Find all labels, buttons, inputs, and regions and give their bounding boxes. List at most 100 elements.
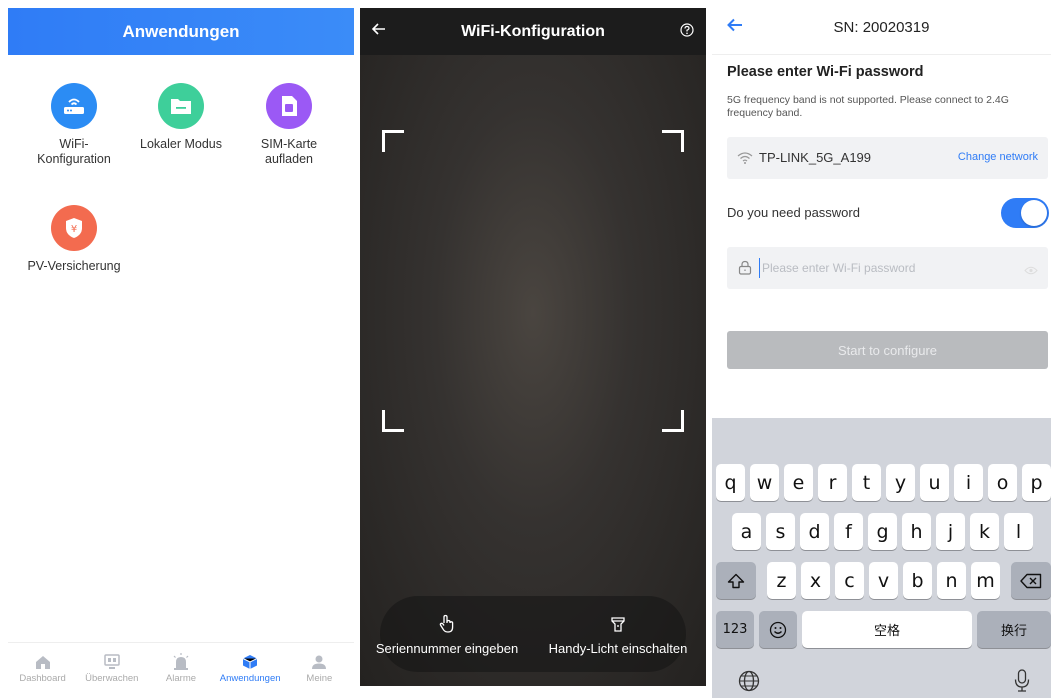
- backspace-icon: [1020, 573, 1042, 588]
- key-e[interactable]: e: [784, 464, 813, 501]
- key-o[interactable]: o: [988, 464, 1017, 501]
- network-ssid: TP-LINK_5G_A199: [759, 150, 872, 165]
- app-label: WiFi- Konfiguration: [37, 137, 111, 166]
- key-p[interactable]: p: [1022, 464, 1051, 501]
- key-k[interactable]: k: [970, 513, 999, 550]
- tab-monitor[interactable]: Überwachen: [79, 651, 145, 684]
- user-icon: [311, 651, 327, 673]
- tab-label: Meine: [306, 673, 333, 684]
- cube-icon: [242, 651, 258, 673]
- folder-icon: [158, 83, 204, 129]
- need-password-label: Do you need password: [727, 205, 860, 220]
- key-u[interactable]: u: [920, 464, 949, 501]
- change-network-link[interactable]: Change network: [958, 151, 1038, 163]
- key-b[interactable]: b: [903, 562, 932, 599]
- tab-label: Anwendungen: [219, 673, 281, 684]
- key-h[interactable]: h: [902, 513, 931, 550]
- key-t[interactable]: t: [852, 464, 881, 501]
- microphone-icon[interactable]: [1014, 669, 1030, 698]
- device-serial-title: SN: 20020319: [833, 18, 930, 36]
- scan-frame-corner: [382, 130, 404, 152]
- emoji-key[interactable]: [759, 611, 797, 648]
- tab-alarms[interactable]: Alarme: [148, 651, 214, 684]
- flashlight-button[interactable]: Handy-Licht einschalten: [530, 596, 706, 672]
- key-r[interactable]: r: [818, 464, 847, 501]
- section-title: Please enter Wi-Fi password: [727, 64, 924, 80]
- key-z[interactable]: z: [767, 562, 796, 599]
- wifi-password-screen: SN: 20020319 Please enter Wi-Fi password…: [712, 0, 1051, 698]
- home-icon: [35, 651, 51, 673]
- password-input[interactable]: [759, 258, 1009, 278]
- scanner-header: WiFi-Konfiguration: [360, 8, 706, 55]
- tab-label: Dashboard: [19, 673, 66, 684]
- key-w[interactable]: w: [750, 464, 779, 501]
- password-header: SN: 20020319: [712, 0, 1051, 55]
- flashlight-icon: [611, 613, 625, 635]
- key-f[interactable]: f: [834, 513, 863, 550]
- applications-screen: Anwendungen WiFi- Konfiguration Lokaler …: [8, 8, 354, 690]
- backspace-key[interactable]: [1011, 562, 1051, 599]
- tab-applications[interactable]: Anwendungen: [217, 651, 283, 684]
- key-a[interactable]: a: [732, 513, 761, 550]
- monitor-icon: [104, 651, 120, 673]
- key-c[interactable]: c: [835, 562, 864, 599]
- enter-serial-label: Seriennummer eingeben: [375, 640, 519, 656]
- app-label: SIM-Karte aufladen: [260, 137, 318, 166]
- space-key[interactable]: 空格: [802, 611, 972, 648]
- help-icon[interactable]: [680, 23, 694, 42]
- app-wifi-config[interactable]: WiFi- Konfiguration: [19, 83, 129, 167]
- back-arrow-icon[interactable]: [371, 22, 386, 41]
- frequency-note: 5G frequency band is not supported. Plea…: [727, 94, 1009, 119]
- insurance-shield-icon: ¥: [51, 205, 97, 251]
- scan-frame-corner: [662, 130, 684, 152]
- key-n[interactable]: n: [937, 562, 966, 599]
- alarm-icon: [172, 651, 190, 673]
- key-l[interactable]: l: [1004, 513, 1033, 550]
- app-sim-topup[interactable]: SIM-Karte aufladen: [234, 83, 344, 167]
- tab-label: Alarme: [165, 673, 197, 684]
- scanner-action-bar: Seriennummer eingeben Handy-Licht einsch…: [376, 596, 687, 672]
- tab-me[interactable]: Meine: [286, 651, 352, 684]
- need-password-toggle[interactable]: [1001, 198, 1049, 228]
- wifi-icon: [737, 151, 753, 169]
- flashlight-label: Handy-Licht einschalten: [548, 640, 688, 656]
- sim-card-icon: [266, 83, 312, 129]
- eye-icon[interactable]: [1024, 262, 1038, 280]
- hand-tap-icon: [438, 613, 456, 635]
- app-local-mode[interactable]: Lokaler Modus: [126, 83, 236, 152]
- svg-text:¥: ¥: [71, 224, 77, 235]
- key-i[interactable]: i: [954, 464, 983, 501]
- enter-serial-button[interactable]: Seriennummer eingeben: [360, 596, 536, 672]
- key-s[interactable]: s: [766, 513, 795, 550]
- key-j[interactable]: j: [936, 513, 965, 550]
- password-field-container: [727, 247, 1048, 289]
- router-icon: [51, 83, 97, 129]
- page-title: Anwendungen: [8, 8, 354, 55]
- qr-scanner-screen: WiFi-Konfiguration Seriennummer eingeben…: [360, 8, 706, 686]
- return-key[interactable]: 换行: [977, 611, 1051, 648]
- key-x[interactable]: x: [801, 562, 830, 599]
- key-m[interactable]: m: [971, 562, 1000, 599]
- tab-dashboard[interactable]: Dashboard: [10, 651, 76, 684]
- key-g[interactable]: g: [868, 513, 897, 550]
- shift-key[interactable]: [716, 562, 756, 599]
- tab-label: Überwachen: [85, 673, 139, 684]
- scan-frame-corner: [662, 410, 684, 432]
- lock-icon: [738, 260, 752, 280]
- numbers-key[interactable]: 123: [716, 611, 754, 648]
- page-title: WiFi-Konfiguration: [461, 22, 605, 40]
- on-screen-keyboard: q w e r t y u i o p a s d f g h j k l z …: [712, 418, 1051, 698]
- back-arrow-icon[interactable]: [727, 18, 743, 36]
- app-label: Lokaler Modus: [140, 137, 222, 151]
- selected-network: TP-LINK_5G_A199 Change network: [727, 137, 1048, 179]
- key-y[interactable]: y: [886, 464, 915, 501]
- start-configure-button[interactable]: Start to configure: [727, 331, 1048, 369]
- toggle-knob: [1021, 200, 1047, 226]
- bottom-tab-bar: Dashboard Überwachen Alarme Anwendungen …: [8, 642, 354, 690]
- app-pv-insurance[interactable]: ¥ PV-Versicherung: [19, 205, 129, 274]
- key-v[interactable]: v: [869, 562, 898, 599]
- key-q[interactable]: q: [716, 464, 745, 501]
- key-d[interactable]: d: [800, 513, 829, 550]
- app-label: PV-Versicherung: [27, 259, 121, 273]
- globe-icon[interactable]: [738, 670, 760, 697]
